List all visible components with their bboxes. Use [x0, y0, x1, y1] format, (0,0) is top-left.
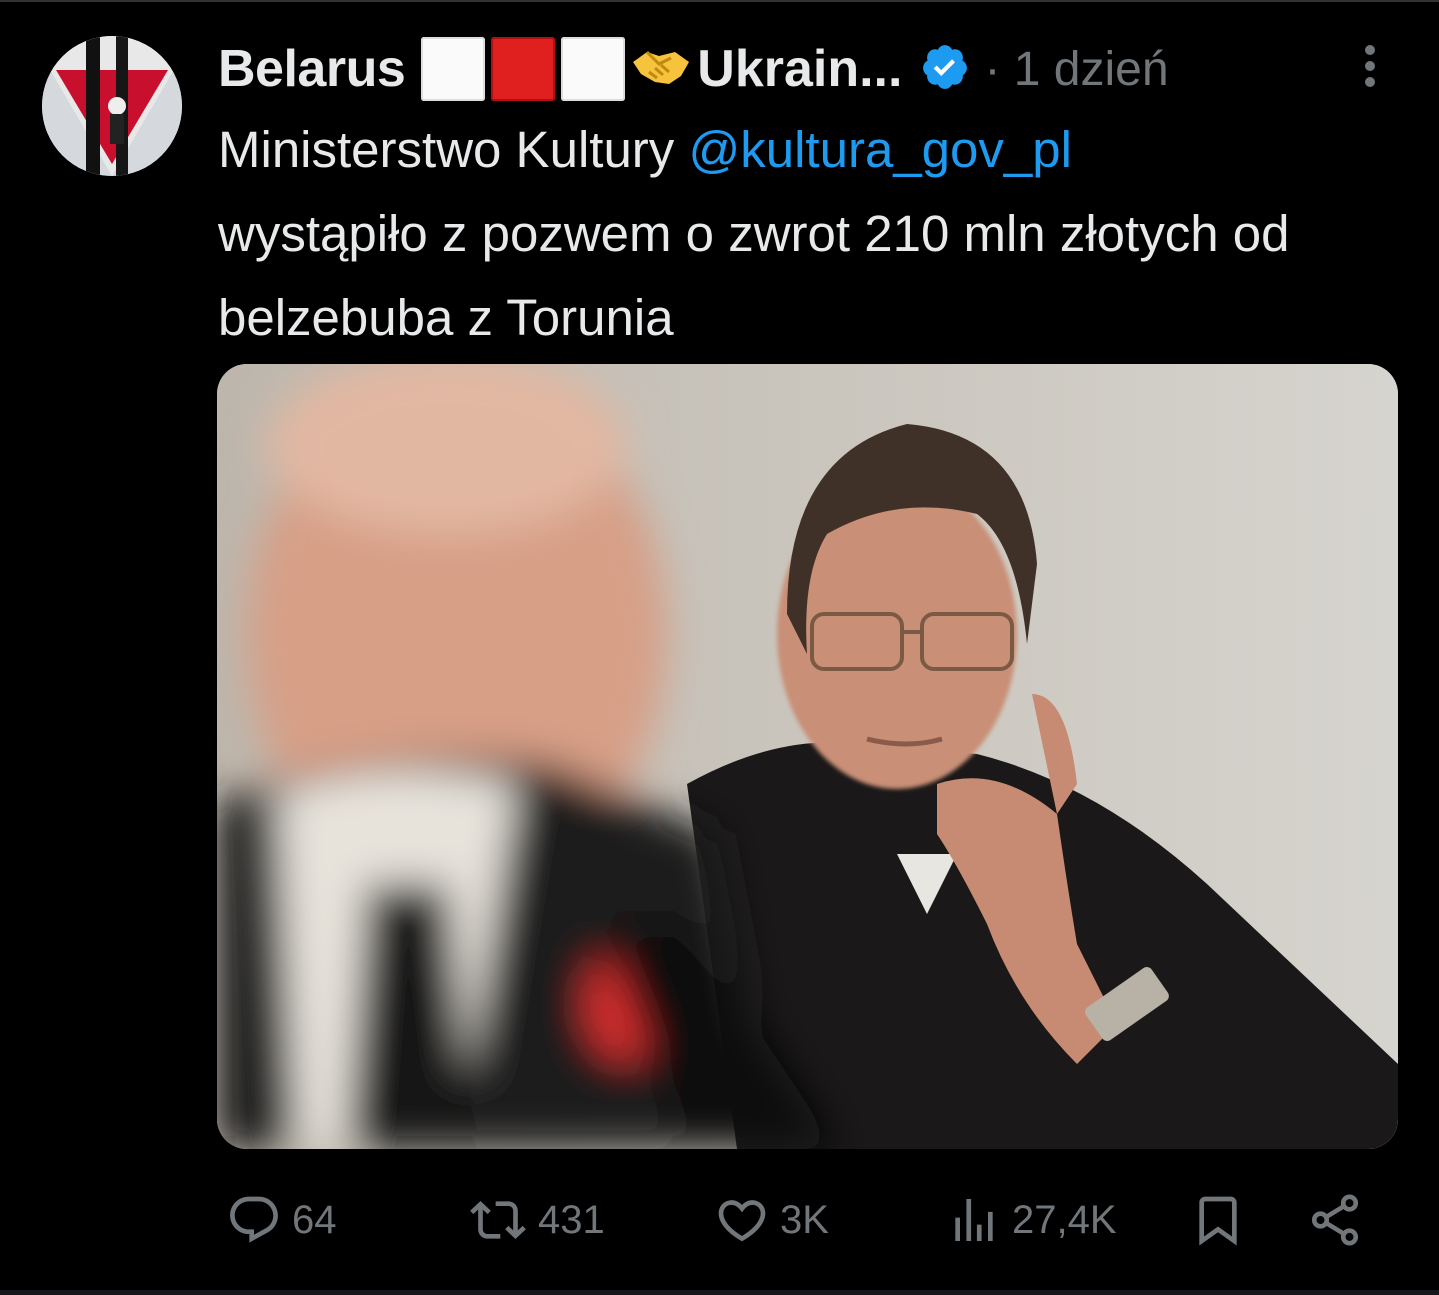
flag-icon	[421, 37, 626, 101]
reply-count: 64	[292, 1197, 337, 1242]
mention-link[interactable]: @kultura_gov_pl	[688, 121, 1072, 178]
like-count: 3K	[780, 1197, 829, 1242]
retweet-icon	[470, 1201, 526, 1239]
reply-icon	[230, 1196, 278, 1243]
bookmark-button[interactable]	[1190, 1185, 1246, 1255]
tweet-media[interactable]	[217, 364, 1398, 1149]
avatar-image	[42, 36, 182, 176]
share-icon	[1311, 1194, 1359, 1246]
timestamp[interactable]: · 1 dzień	[984, 42, 1168, 97]
views-icon	[955, 1199, 993, 1241]
avatar[interactable]	[42, 36, 182, 176]
reply-button[interactable]: 64	[226, 1185, 337, 1255]
tweet-text-body: wystąpiło z pozwem o zwrot 210 mln złoty…	[218, 205, 1290, 346]
bottom-divider	[0, 1290, 1439, 1295]
retweet-button[interactable]: 431	[468, 1185, 605, 1255]
display-name[interactable]: Belarus	[218, 39, 406, 99]
tweet-photo	[217, 364, 1398, 1149]
views-button[interactable]: 27,4K	[946, 1185, 1117, 1255]
verified-badge-icon	[920, 42, 970, 97]
action-bar: 64 431 3K 27,4K	[0, 1185, 1439, 1255]
like-button[interactable]: 3K	[714, 1185, 829, 1255]
retweet-count: 431	[538, 1197, 605, 1242]
more-options-icon[interactable]	[1356, 42, 1384, 97]
tweet-text: Ministerstwo Kultury @kultura_gov_pl wys…	[218, 108, 1398, 360]
display-name-tail[interactable]: Ukrain...	[697, 39, 902, 99]
handshake-icon	[629, 42, 693, 97]
tweet-header: Belarus Ukrain... · 1 dzień	[218, 34, 1169, 104]
like-icon	[718, 1200, 766, 1242]
views-count: 27,4K	[1012, 1197, 1117, 1242]
share-button[interactable]	[1306, 1185, 1364, 1255]
tweet-text-prefix: Ministerstwo Kultury	[218, 121, 689, 178]
top-divider	[0, 0, 1439, 2]
bookmark-icon	[1199, 1196, 1237, 1246]
